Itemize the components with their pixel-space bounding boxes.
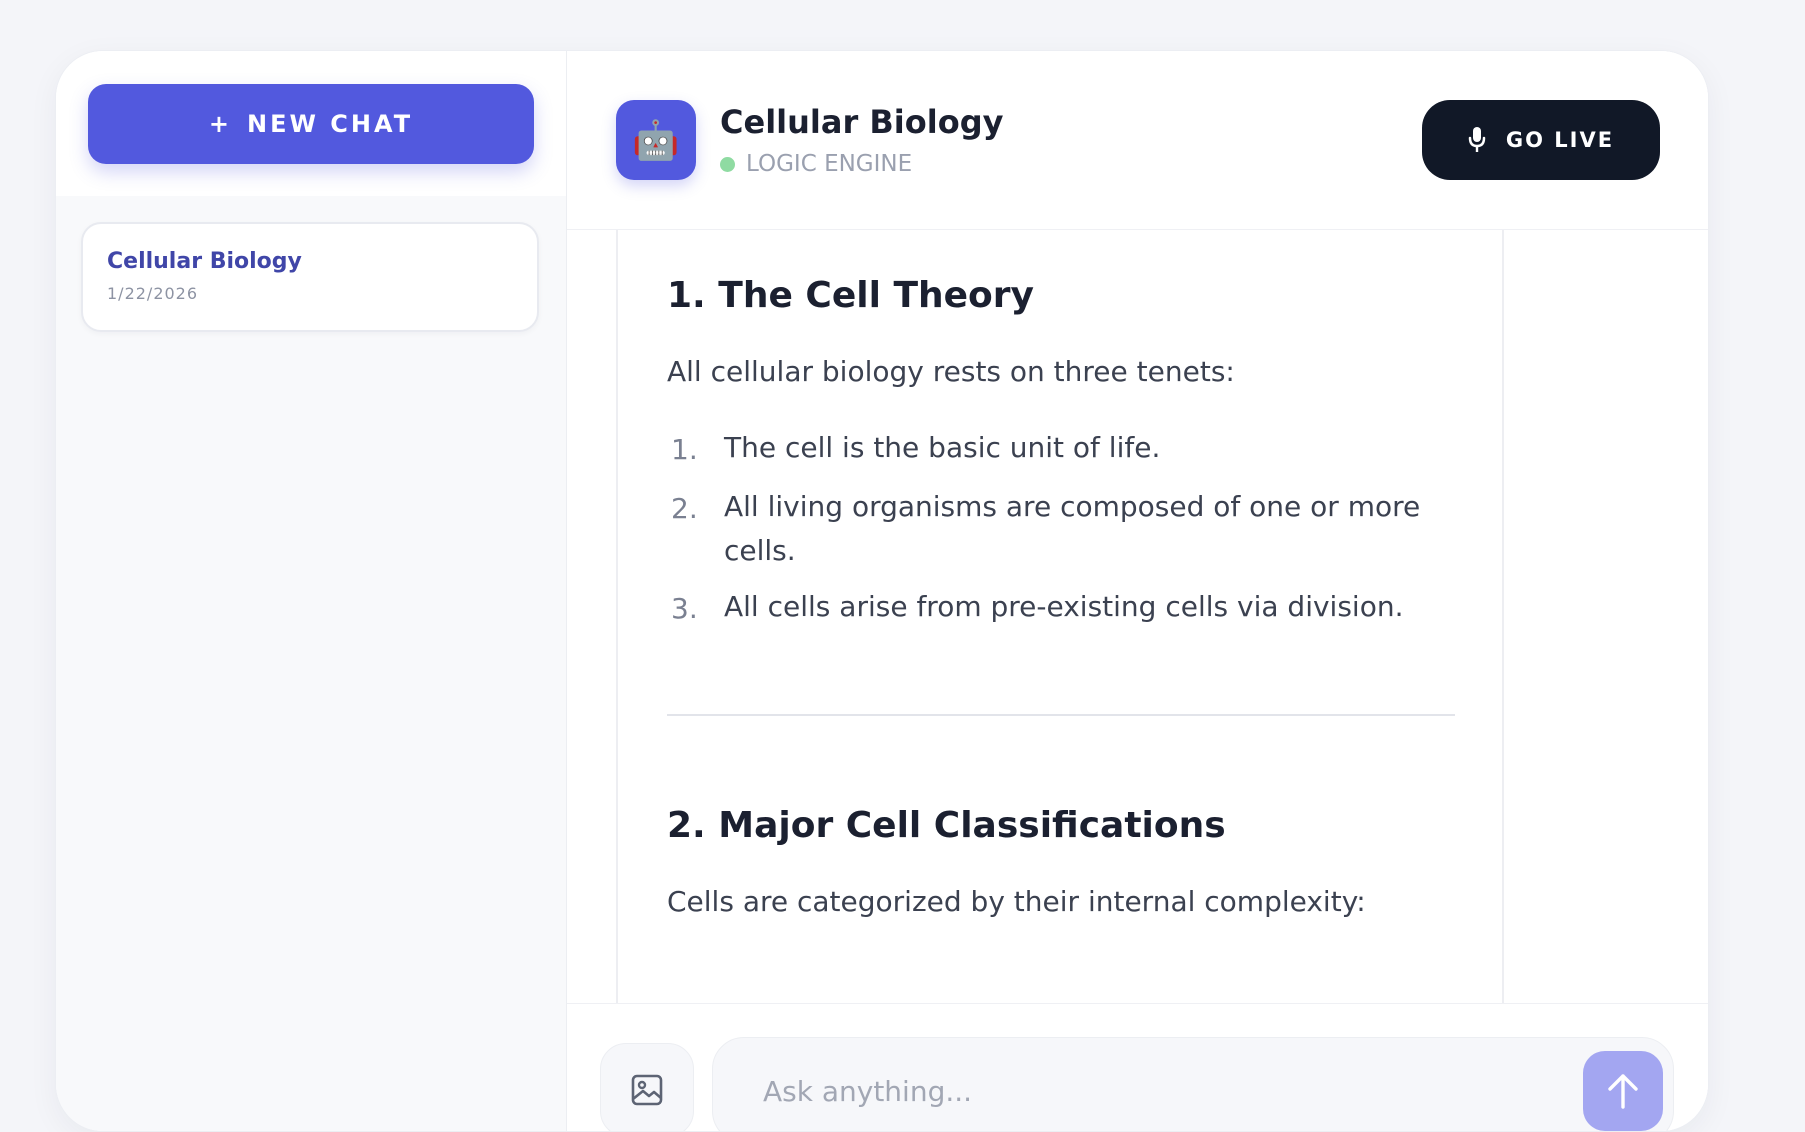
new-chat-button[interactable]: + NEW CHAT (88, 84, 534, 164)
image-icon (631, 1074, 663, 1106)
app-window: + NEW CHAT Cellular Biology 1/22/2026 🤖 … (55, 50, 1709, 1132)
plus-icon: + (208, 110, 229, 138)
chat-history-title: Cellular Biology (107, 249, 302, 274)
go-live-button[interactable]: GO LIVE (1422, 100, 1660, 180)
sidebar-header: + NEW CHAT (56, 51, 566, 196)
go-live-label: GO LIVE (1505, 128, 1615, 152)
sidebar: + NEW CHAT Cellular Biology 1/22/2026 (56, 51, 567, 1131)
arrow-up-icon (1608, 1074, 1638, 1109)
message-input-box (712, 1037, 1674, 1131)
composer (567, 1003, 1708, 1131)
chat-main: 🤖 Cellular Biology LOGIC ENGINE GO LIVE … (567, 51, 1708, 1131)
chat-history-date: 1/22/2026 (107, 284, 199, 303)
list-item-number: 2. (671, 492, 698, 525)
status-dot-icon (720, 156, 735, 172)
robot-icon: 🤖 (616, 100, 696, 180)
status-indicator: LOGIC ENGINE (720, 151, 912, 177)
list-item-number: 3. (671, 592, 698, 625)
list-item-number: 1. (671, 433, 698, 466)
list-item: All cells arise from pre-existing cells … (724, 590, 1404, 623)
assistant-message: 1. The Cell Theory All cellular biology … (616, 230, 1504, 1003)
divider (667, 714, 1455, 716)
chat-header: 🤖 Cellular Biology LOGIC ENGINE GO LIVE (567, 51, 1708, 230)
status-label: LOGIC ENGINE (746, 151, 913, 177)
chat-title: Cellular Biology (720, 103, 1004, 141)
section-heading: 2. Major Cell Classifications (667, 805, 1226, 846)
chat-history-item[interactable]: Cellular Biology 1/22/2026 (81, 222, 539, 332)
paragraph: All cellular biology rests on three tene… (667, 355, 1235, 388)
microphone-icon (1468, 127, 1486, 152)
new-chat-label: NEW CHAT (247, 110, 414, 138)
send-button[interactable] (1583, 1051, 1663, 1131)
section-heading: 1. The Cell Theory (667, 275, 1034, 316)
message-list[interactable]: 1. The Cell Theory All cellular biology … (567, 230, 1708, 1003)
list-item: All living organisms are composed of one… (724, 490, 1421, 567)
list-item: The cell is the basic unit of life. (724, 431, 1161, 464)
paragraph: Cells are categorized by their internal … (667, 885, 1366, 918)
message-input[interactable] (761, 1038, 1545, 1131)
